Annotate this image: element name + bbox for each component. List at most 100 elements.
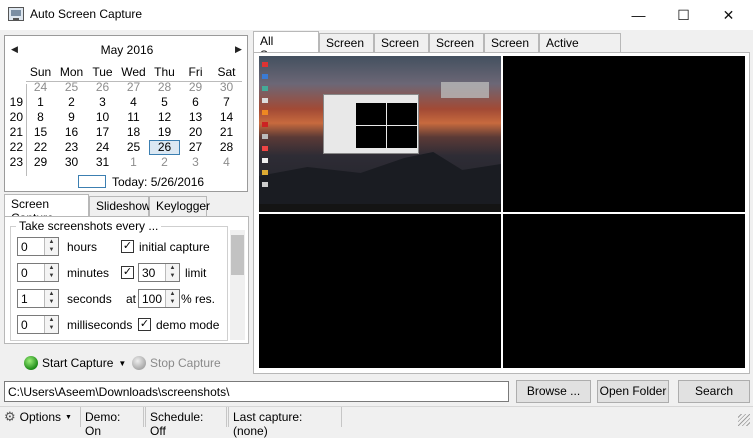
close-button[interactable]: ✕: [706, 0, 751, 30]
day-header: Sun: [29, 65, 52, 79]
calendar-day[interactable]: 20: [180, 125, 211, 140]
calendar-day[interactable]: 16: [56, 125, 87, 140]
settings-scrollbar[interactable]: [230, 230, 245, 340]
tab-screen-4[interactable]: Screen 4: [484, 33, 539, 64]
screenshots-folder-field[interactable]: C:\Users\Aseem\Downloads\screenshots\: [4, 381, 509, 402]
tab-screen-capture[interactable]: Screen Capture: [4, 194, 89, 225]
calendar-day[interactable]: 13: [180, 110, 211, 125]
calendar-day[interactable]: 12: [149, 110, 180, 125]
calendar-day[interactable]: 4: [211, 155, 242, 170]
calendar-day[interactable]: 28: [211, 140, 242, 155]
week-number: 23: [9, 155, 23, 169]
calendar-day[interactable]: 27: [118, 80, 149, 95]
calendar-day[interactable]: 7: [211, 95, 242, 110]
hours-value[interactable]: 0: [21, 240, 28, 254]
calendar-day[interactable]: 24: [25, 80, 56, 95]
demo-mode-checkbox[interactable]: ✓: [138, 318, 151, 331]
calendar-day[interactable]: 25: [118, 140, 149, 155]
calendar-day[interactable]: 27: [180, 140, 211, 155]
calendar-day[interactable]: 3: [87, 95, 118, 110]
tab-keylogger[interactable]: Keylogger: [149, 196, 210, 216]
calendar-day[interactable]: 2: [149, 155, 180, 170]
minutes-value[interactable]: 0: [21, 266, 28, 280]
spin-arrows-icon[interactable]: ▲ ▼: [44, 264, 58, 281]
calendar-day[interactable]: 4: [118, 95, 149, 110]
calendar-day[interactable]: 3: [180, 155, 211, 170]
calendar-day[interactable]: 30: [211, 80, 242, 95]
browse-button[interactable]: Browse ...: [516, 380, 591, 403]
screen-1-preview[interactable]: [259, 56, 501, 212]
minimize-button[interactable]: —: [616, 0, 661, 30]
tab-screen-3[interactable]: Screen 3: [429, 33, 484, 64]
calendar-day[interactable]: 2: [56, 95, 87, 110]
calendar-day[interactable]: 21: [211, 125, 242, 140]
next-month-icon[interactable]: ▶: [235, 44, 242, 55]
calendar-day[interactable]: 23: [56, 140, 87, 155]
calendar-day[interactable]: 22: [25, 140, 56, 155]
calendar-day[interactable]: 25: [56, 80, 87, 95]
start-capture-button[interactable]: Start Capture ▼: [24, 352, 126, 374]
calendar-day[interactable]: 17: [87, 125, 118, 140]
calendar-day[interactable]: 26: [87, 80, 118, 95]
chevron-down-icon[interactable]: ▼: [118, 359, 126, 368]
limit-checkbox[interactable]: ✓: [121, 266, 134, 279]
calendar-month-label[interactable]: May 2016: [5, 43, 249, 57]
calendar-day[interactable]: 8: [25, 110, 56, 125]
stop-capture-button[interactable]: Stop Capture: [132, 352, 221, 374]
milliseconds-stepper[interactable]: 0 ▲ ▼: [17, 315, 59, 334]
initial-capture-checkbox[interactable]: ✓: [121, 240, 134, 253]
calendar-day[interactable]: 15: [25, 125, 56, 140]
calendar-day[interactable]: 19: [149, 125, 180, 140]
calendar-day[interactable]: 24: [87, 140, 118, 155]
month-calendar[interactable]: ◀ May 2016 ▶ Sun Mon Tue Wed Thu Fri Sat…: [4, 35, 248, 192]
calendar-day[interactable]: 9: [56, 110, 87, 125]
calendar-header-divider: [26, 81, 242, 82]
tab-slideshow[interactable]: Slideshow: [89, 196, 151, 216]
screen-2-preview[interactable]: [503, 56, 745, 212]
resize-grip-icon[interactable]: [738, 414, 750, 426]
calendar-day[interactable]: 29: [25, 155, 56, 170]
calendar-day-selected[interactable]: 26: [149, 140, 180, 155]
spin-arrows-icon[interactable]: ▲ ▼: [165, 264, 179, 281]
minutes-stepper[interactable]: 0 ▲ ▼: [17, 263, 59, 282]
calendar-day[interactable]: 28: [149, 80, 180, 95]
calendar-day[interactable]: 30: [56, 155, 87, 170]
calendar-day[interactable]: 6: [180, 95, 211, 110]
calendar-day[interactable]: 5: [149, 95, 180, 110]
limit-value[interactable]: 30: [142, 266, 155, 280]
open-folder-button[interactable]: Open Folder: [597, 380, 669, 403]
calendar-day[interactable]: 10: [87, 110, 118, 125]
search-button[interactable]: Search: [678, 380, 750, 403]
desktop-icon: [262, 98, 268, 103]
calendar-day[interactable]: 29: [180, 80, 211, 95]
at-label: at: [126, 292, 137, 306]
seconds-stepper[interactable]: 1 ▲ ▼: [17, 289, 59, 308]
tab-screen-1[interactable]: Screen 1: [319, 33, 374, 64]
spin-arrows-icon[interactable]: ▲ ▼: [44, 316, 58, 333]
tab-active-window[interactable]: Active Window: [539, 33, 621, 64]
calendar-day[interactable]: 31: [87, 155, 118, 170]
title-bar: Auto Screen Capture — ☐ ✕: [0, 0, 753, 30]
calendar-day[interactable]: 1: [25, 95, 56, 110]
screen-4-preview[interactable]: [503, 214, 745, 368]
calendar-day[interactable]: 11: [118, 110, 149, 125]
scrollbar-thumb[interactable]: [231, 235, 244, 275]
hours-stepper[interactable]: 0 ▲ ▼: [17, 237, 59, 256]
screen-3-preview[interactable]: [259, 214, 501, 368]
calendar-day[interactable]: 14: [211, 110, 242, 125]
calendar-day[interactable]: 1: [118, 155, 149, 170]
tab-screen-2[interactable]: Screen 2: [374, 33, 429, 64]
resolution-stepper[interactable]: 100 ▲ ▼: [138, 289, 180, 308]
today-link[interactable]: Today: 5/26/2016: [112, 175, 204, 189]
calendar-day[interactable]: 18: [118, 125, 149, 140]
spin-arrows-icon[interactable]: ▲ ▼: [44, 238, 58, 255]
options-menu-button[interactable]: ⚙ Options ▼: [4, 409, 72, 425]
tab-all-screens[interactable]: All Screens: [253, 31, 319, 62]
spin-arrows-icon[interactable]: ▲ ▼: [165, 290, 179, 307]
seconds-value[interactable]: 1: [21, 292, 28, 306]
spin-arrows-icon[interactable]: ▲ ▼: [44, 290, 58, 307]
resolution-value[interactable]: 100: [142, 292, 162, 306]
milliseconds-value[interactable]: 0: [21, 318, 28, 332]
limit-stepper[interactable]: 30 ▲ ▼: [138, 263, 180, 282]
maximize-button[interactable]: ☐: [661, 0, 706, 30]
